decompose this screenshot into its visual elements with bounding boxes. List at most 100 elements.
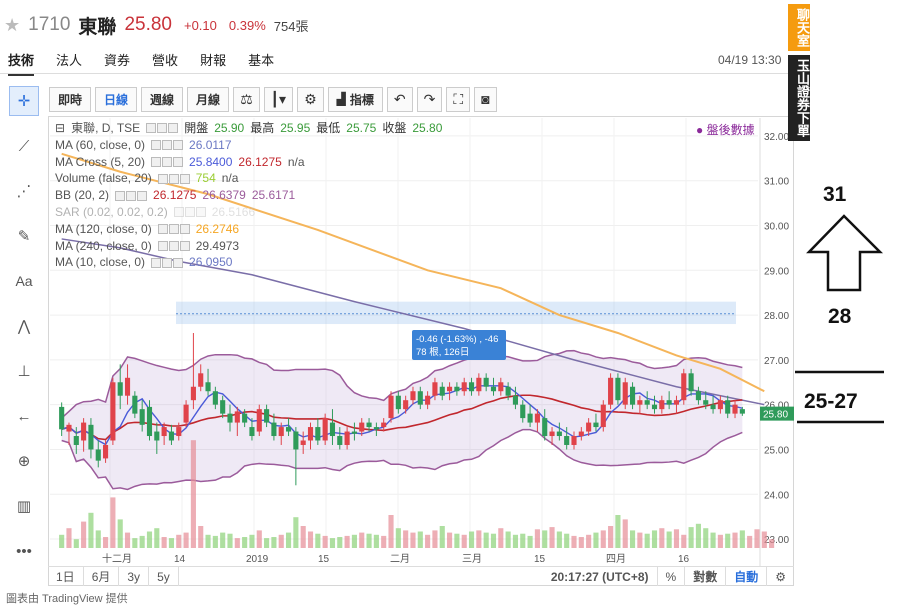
side-tabs: 聊天室 玉山證券下單 bbox=[788, 4, 812, 141]
volume-bar bbox=[315, 533, 321, 548]
candle-body bbox=[622, 382, 628, 405]
volume-bar bbox=[307, 531, 314, 548]
candle-body bbox=[651, 404, 658, 410]
chat-room-tab[interactable]: 聊天室 bbox=[788, 4, 810, 51]
candle-body bbox=[212, 391, 218, 405]
volume-bar bbox=[110, 497, 116, 548]
indicator-controls[interactable] bbox=[151, 156, 184, 167]
candle-body bbox=[403, 400, 409, 410]
volume-bar bbox=[227, 533, 233, 548]
indicator-controls[interactable] bbox=[115, 190, 148, 201]
candle-body bbox=[608, 377, 614, 405]
indicator-controls[interactable] bbox=[157, 224, 190, 235]
open-value: 25.90 bbox=[214, 121, 245, 135]
candle-body bbox=[447, 386, 453, 392]
collapse-icon[interactable]: ⊟ bbox=[55, 120, 65, 137]
candle-body bbox=[586, 422, 592, 432]
range-3y[interactable]: 3y bbox=[119, 567, 150, 586]
percent-toggle[interactable]: % bbox=[658, 567, 686, 586]
volume-bar bbox=[461, 534, 467, 548]
candle-body bbox=[688, 373, 694, 392]
candle-body bbox=[198, 373, 204, 387]
volume-bar bbox=[146, 531, 153, 548]
candle-body bbox=[307, 427, 314, 441]
candle-body bbox=[739, 409, 745, 414]
volume-bar bbox=[373, 534, 379, 548]
legend-controls[interactable] bbox=[146, 123, 179, 134]
indicator-value: n/a bbox=[221, 171, 239, 186]
volume-bar bbox=[498, 528, 504, 548]
candle-body bbox=[168, 431, 175, 441]
x-tick-label: 三月 bbox=[462, 553, 482, 565]
volume-bar bbox=[344, 535, 350, 548]
range-5y[interactable]: 5y bbox=[149, 567, 179, 586]
indicator-value: 29.4973 bbox=[195, 238, 240, 253]
price-chart[interactable]: 32.0031.0030.0029.0028.0027.0026.0025.00… bbox=[0, 0, 900, 600]
legend-indicator: MA (60, close, 0) 26.0117 bbox=[55, 137, 442, 154]
indicator-controls[interactable] bbox=[157, 240, 190, 251]
indicator-controls[interactable] bbox=[173, 207, 206, 218]
volume-bar bbox=[117, 519, 123, 548]
range-1d[interactable]: 1日 bbox=[48, 567, 84, 586]
legend-indicator: MA (240, close, 0) 29.4973 bbox=[55, 238, 442, 255]
candle-body bbox=[278, 427, 284, 437]
y-tick-label: 31.00 bbox=[764, 177, 789, 188]
candle-body bbox=[593, 422, 599, 428]
indicator-label: MA (120, close, 0) bbox=[55, 221, 152, 236]
scale-settings-gear-icon[interactable]: ⚙ bbox=[767, 567, 794, 586]
candle-body bbox=[132, 395, 138, 414]
measure-tooltip-line1: -0.46 (-1.63%) , -46 bbox=[416, 334, 498, 345]
volume-bar bbox=[124, 532, 131, 548]
volume-bar bbox=[703, 528, 709, 548]
volume-bar bbox=[629, 530, 636, 548]
volume-bar bbox=[769, 539, 775, 548]
candle-body bbox=[439, 386, 445, 396]
volume-bar bbox=[717, 534, 723, 548]
volume-bar bbox=[271, 537, 277, 548]
candle-body bbox=[351, 431, 357, 434]
candle-body bbox=[329, 422, 336, 437]
candle-body bbox=[249, 427, 255, 437]
volume-bar bbox=[256, 530, 262, 548]
legend-symbol: 東聯, D, TSE bbox=[71, 121, 141, 135]
after-hours-label[interactable]: ● 盤後數據 bbox=[696, 121, 755, 138]
indicator-controls[interactable] bbox=[151, 140, 184, 151]
candle-body bbox=[454, 386, 460, 392]
indicator-controls[interactable] bbox=[151, 257, 184, 268]
candle-body bbox=[556, 431, 562, 437]
candle-body bbox=[425, 395, 431, 405]
indicator-controls[interactable] bbox=[157, 173, 190, 184]
legend-indicator: MA (120, close, 0) 26.2746 bbox=[55, 221, 442, 238]
indicator-label: SAR (0.02, 0.02, 0.2) bbox=[55, 204, 168, 219]
candle-body bbox=[571, 436, 577, 445]
log-toggle[interactable]: 對數 bbox=[685, 567, 727, 586]
volume-bar bbox=[761, 531, 767, 548]
indicator-value: 26.2746 bbox=[195, 221, 240, 236]
volume-bar bbox=[615, 515, 621, 548]
candle-body bbox=[271, 422, 277, 437]
x-tick-label: 四月 bbox=[606, 553, 626, 565]
y-tick-label: 28.00 bbox=[764, 311, 789, 322]
indicator-label: MA (240, close, 0) bbox=[55, 238, 152, 253]
volume-bar bbox=[322, 535, 328, 548]
volume-bar bbox=[66, 528, 72, 548]
order-tab[interactable]: 玉山證券下單 bbox=[788, 55, 810, 141]
candle-body bbox=[498, 382, 504, 392]
indicator-label: MA Cross (5, 20) bbox=[55, 154, 146, 169]
volume-bar bbox=[673, 529, 680, 548]
open-label: 開盤 bbox=[184, 121, 209, 135]
candle-body bbox=[732, 404, 738, 414]
volume-bar bbox=[710, 532, 716, 548]
candle-body bbox=[644, 400, 650, 405]
legend-indicator: Volume (false, 20) 754 n/a bbox=[55, 170, 442, 187]
candle-body bbox=[710, 404, 716, 410]
indicator-value: 26.6379 bbox=[202, 188, 246, 203]
auto-toggle[interactable]: 自動 bbox=[726, 567, 768, 586]
range-6m[interactable]: 6月 bbox=[84, 567, 120, 586]
volume-bar bbox=[88, 512, 94, 548]
volume-bar bbox=[747, 535, 753, 548]
candle-body bbox=[410, 391, 416, 401]
candle-body bbox=[527, 413, 533, 423]
x-tick-label: 15 bbox=[318, 554, 330, 565]
candle-body bbox=[637, 400, 643, 405]
